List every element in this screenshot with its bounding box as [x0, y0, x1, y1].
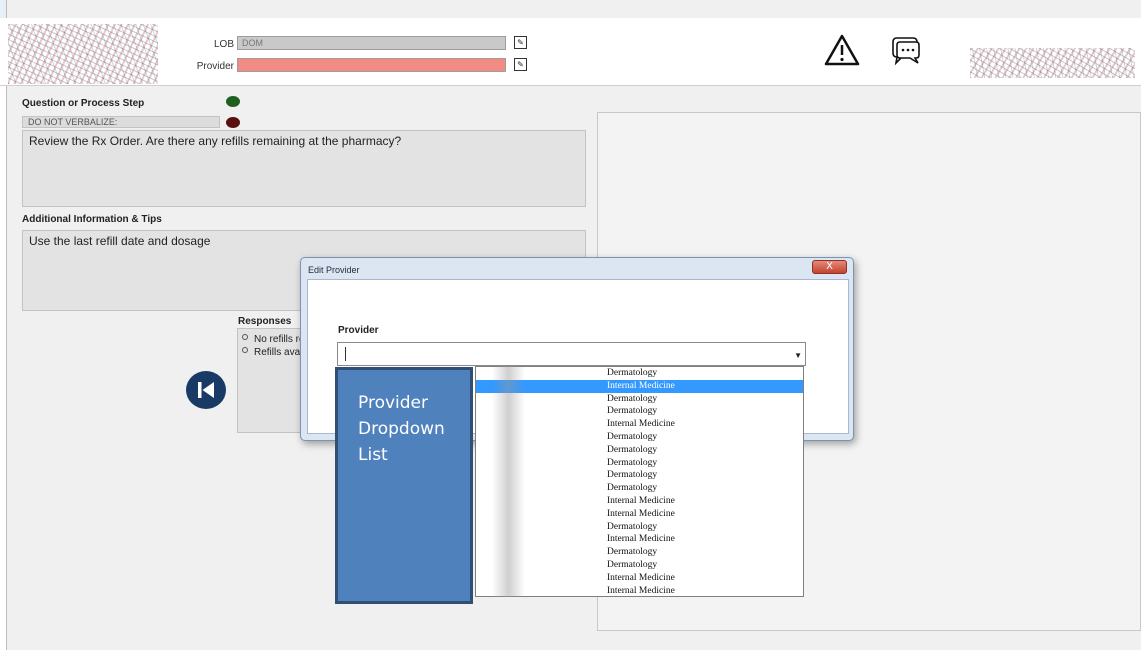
dropdown-option[interactable]: Dermatology [476, 367, 803, 380]
dropdown-option[interactable]: Dermatology [476, 457, 803, 470]
response-label: No refills remaining [254, 334, 302, 345]
dropdown-option[interactable]: Internal Medicine [476, 572, 803, 585]
dropdown-option[interactable]: Internal Medicine [476, 379, 803, 393]
responses-box: No refills remaining Refills available [237, 328, 307, 433]
radio-icon [242, 347, 248, 353]
chevron-down-icon[interactable]: ▼ [794, 351, 802, 360]
provider-label: Provider [196, 61, 234, 72]
question-heading: Question or Process Step [22, 98, 145, 109]
dropdown-option[interactable]: Internal Medicine [476, 508, 803, 521]
dropdown-option[interactable]: Dermatology [476, 482, 803, 495]
warning-triangle-icon[interactable] [824, 34, 860, 66]
dropdown-option[interactable]: Dermatology [476, 559, 803, 572]
dropdown-option[interactable]: Dermatology [476, 521, 803, 534]
provider-edit-button[interactable]: ✎ [514, 58, 527, 71]
callout-text: Provider Dropdown List [358, 393, 445, 465]
skip-back-icon [198, 382, 214, 398]
dropdown-option[interactable]: Internal Medicine [476, 533, 803, 546]
provider-field[interactable] [237, 58, 506, 72]
chat-bubble-icon[interactable] [887, 36, 923, 66]
question-text-box: Review the Rx Order. Are there any refil… [22, 130, 586, 207]
response-option[interactable]: No refills remaining [242, 334, 302, 345]
dropdown-option[interactable]: Dermatology [476, 469, 803, 482]
dropdown-option[interactable]: Internal Medicine [476, 418, 803, 431]
additional-info-heading: Additional Information & Tips [22, 214, 162, 225]
lob-field[interactable]: DOM [237, 36, 506, 50]
provider-field-label: Provider [338, 325, 379, 336]
annotation-callout: Provider Dropdown List [335, 367, 473, 604]
dropdown-option[interactable]: Dermatology [476, 546, 803, 559]
provider-combobox[interactable]: ▼ [337, 342, 806, 366]
do-not-verbalize-label: DO NOT VERBALIZE: [22, 116, 220, 128]
dropdown-option[interactable]: Internal Medicine [476, 585, 803, 598]
dropdown-option[interactable]: Dermatology [476, 405, 803, 418]
responses-heading: Responses [238, 316, 292, 327]
brand-logo [970, 48, 1135, 78]
lob-edit-button[interactable]: ✎ [514, 36, 527, 49]
status-dot-red [226, 117, 240, 128]
dropdown-option[interactable]: Dermatology [476, 431, 803, 444]
dropdown-option[interactable]: Dermatology [476, 444, 803, 457]
dialog-title: Edit Provider [308, 265, 360, 275]
radio-icon [242, 334, 248, 340]
app-header: LOB DOM ✎ Provider ✎ [0, 18, 1141, 86]
dropdown-option[interactable]: Dermatology [476, 393, 803, 406]
back-button[interactable] [186, 371, 226, 409]
dropdown-option[interactable]: Internal Medicine [476, 495, 803, 508]
lob-label: LOB [213, 39, 234, 50]
status-dot-green [226, 96, 240, 107]
text-cursor [345, 347, 346, 361]
response-label: Refills available [254, 347, 302, 358]
response-option[interactable]: Refills available [242, 347, 302, 358]
dialog-close-button[interactable]: X [812, 260, 847, 274]
company-logo [8, 24, 158, 84]
provider-dropdown-list[interactable]: Dermatology Internal Medicine Dermatology D… [475, 366, 804, 597]
